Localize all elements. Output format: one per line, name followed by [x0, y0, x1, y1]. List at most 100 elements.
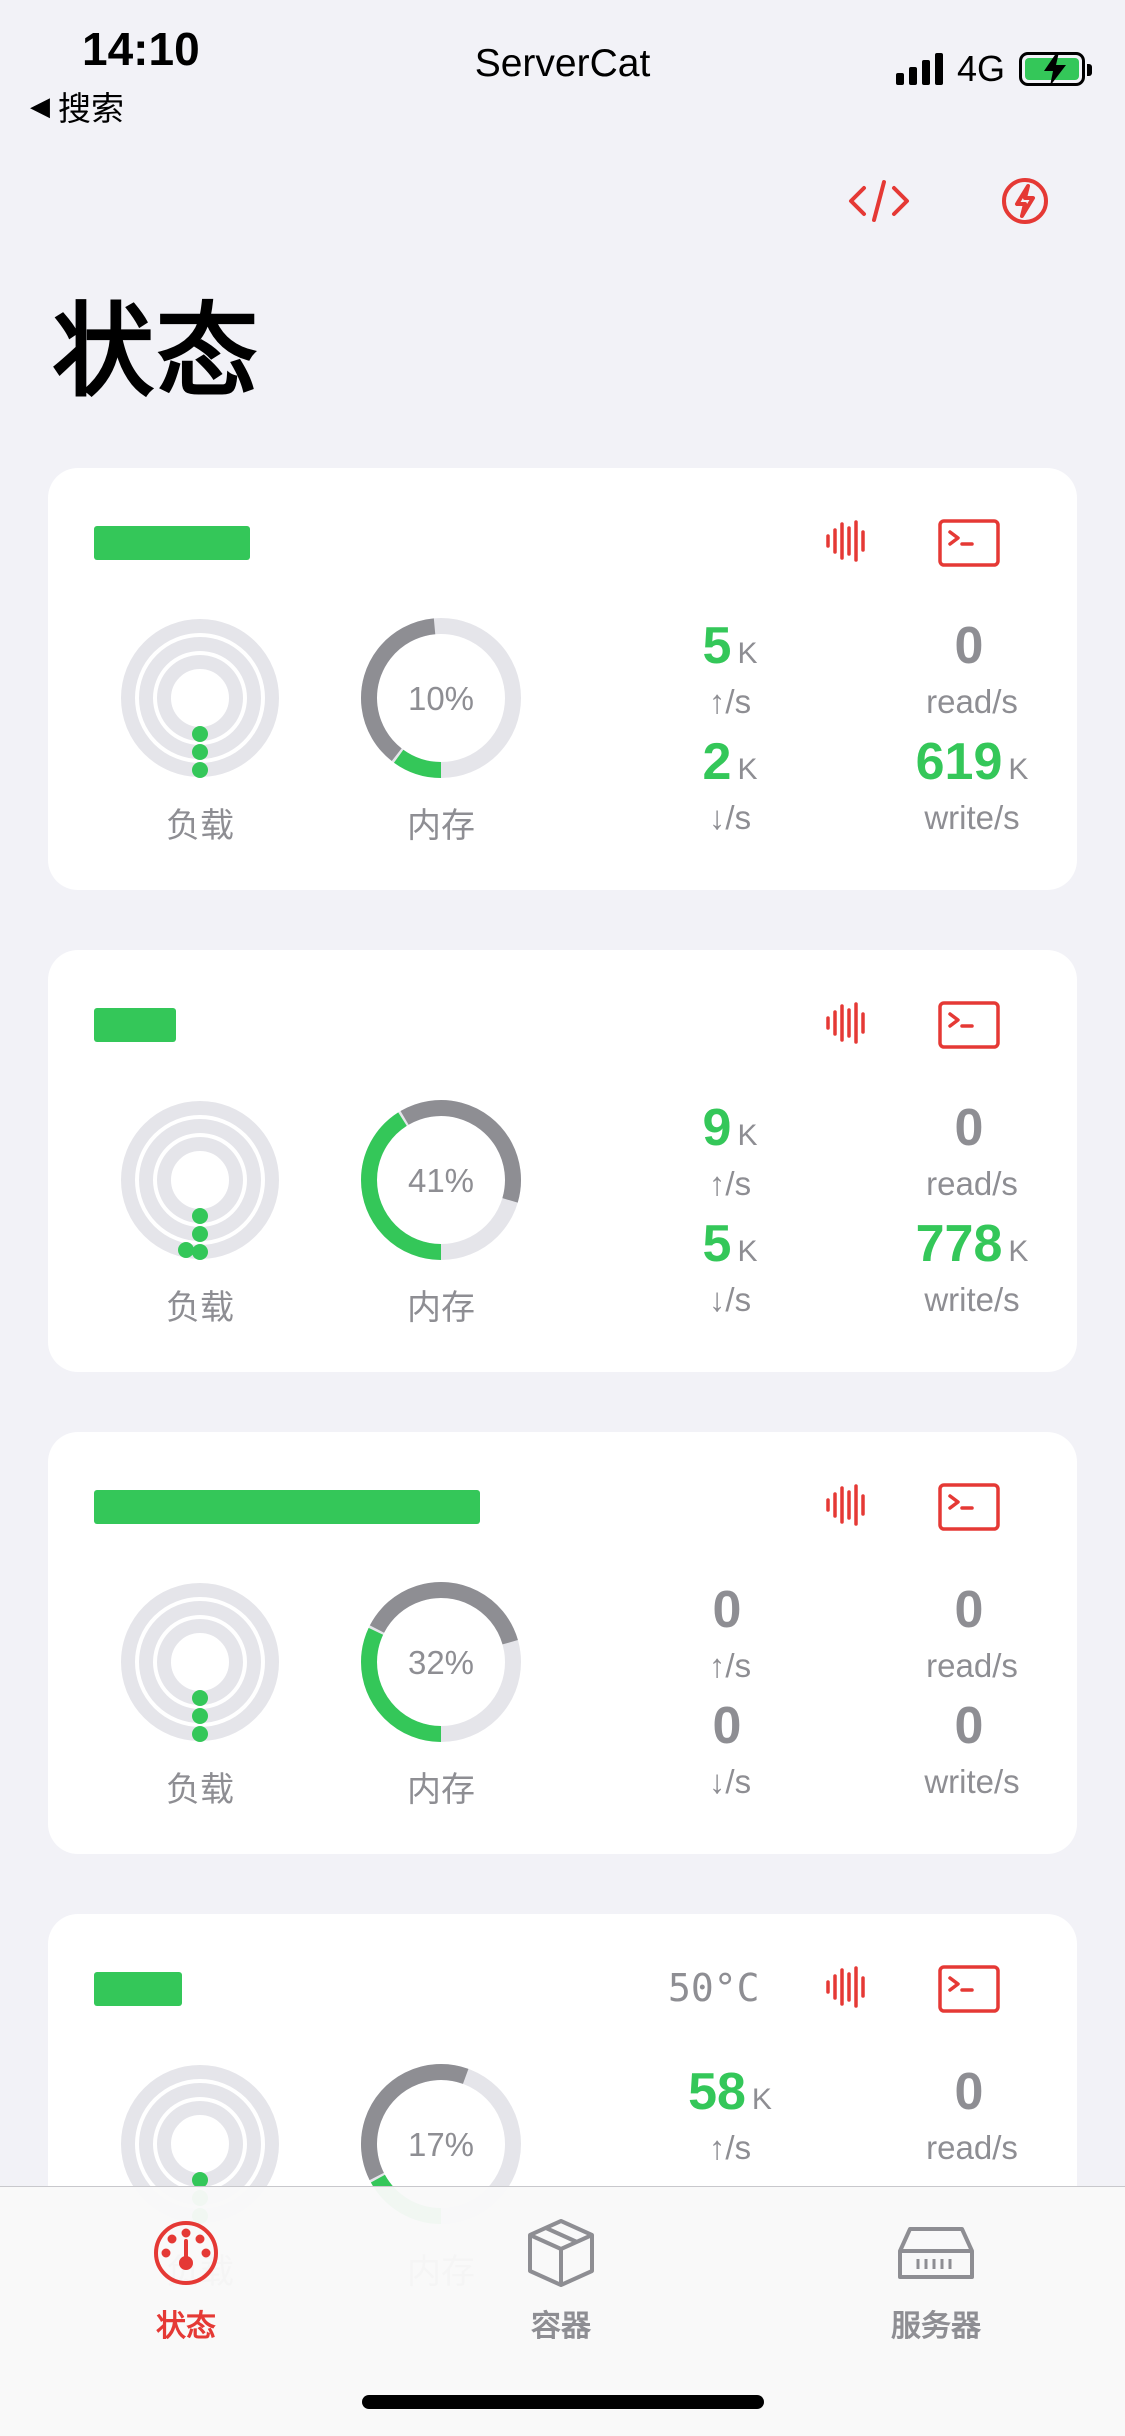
- stat-read-label: read/s: [926, 1647, 1018, 1684]
- home-indicator: [362, 2395, 764, 2409]
- terminal-icon[interactable]: [938, 1482, 1000, 1537]
- back-to-search[interactable]: ◀ 搜索: [30, 82, 124, 130]
- stat-up: 9K ↑/s: [620, 1100, 840, 1204]
- stat-up-value: 5: [702, 617, 732, 675]
- stat-read: 0 read/s: [862, 1100, 1077, 1204]
- stat-write: 619 K write/s: [862, 734, 1077, 838]
- stat-down-label: ↓/s: [708, 1281, 752, 1318]
- stat-down: 2K ↓/s: [620, 734, 840, 838]
- stat-down-value: 0: [712, 1697, 742, 1755]
- box-icon: [461, 2215, 661, 2291]
- load-gauge: [121, 1583, 279, 1742]
- stat-read: 0 read/s: [862, 2064, 1077, 2168]
- server-card[interactable]: 41% 负载 内存 9K ↑/s 5K ↓/s 0 read/s 778 K wr…: [48, 950, 1077, 1372]
- stat-up-label: ↑/s: [708, 683, 752, 720]
- load-dot: [192, 1244, 208, 1260]
- tab-servers[interactable]: 服务器: [836, 2215, 1036, 2345]
- tab-status-label: 状态: [156, 2310, 216, 2343]
- stat-down-label: ↓/s: [708, 1763, 752, 1800]
- stat-read-value: 0: [954, 2063, 984, 2121]
- load-gauge: [121, 619, 279, 778]
- stat-read-value: 0: [954, 617, 984, 675]
- waveform-icon[interactable]: [824, 1964, 870, 2015]
- memory-percent: 32%: [407, 1644, 475, 1681]
- load-dot: [192, 1226, 208, 1242]
- stat-up-unit: K: [737, 1119, 758, 1152]
- memory-label: 内存: [407, 1771, 475, 1809]
- stat-up-label: ↑/s: [708, 1165, 752, 1202]
- load-dot: [192, 762, 208, 778]
- load-label: 负载: [166, 1771, 234, 1809]
- server-icon: [836, 2215, 1036, 2291]
- stat-write-unit: K: [1008, 1235, 1029, 1268]
- stat-up-value: 58: [688, 2063, 746, 2121]
- page-title: 状态: [52, 295, 260, 409]
- load-label: 负载: [166, 807, 234, 845]
- stat-read-label: read/s: [926, 1165, 1018, 1202]
- stat-down-unit: K: [737, 753, 758, 786]
- back-arrow-icon: ◀: [30, 90, 50, 121]
- stat-up: 58 K ↑/s: [620, 2064, 840, 2168]
- load-dot: [192, 1690, 208, 1706]
- stat-down-label: ↓/s: [708, 799, 752, 836]
- stat-down-value: 5: [702, 1215, 732, 1273]
- stat-down: 0 ↓/s: [620, 1698, 840, 1802]
- stat-write-label: write/s: [924, 799, 1020, 836]
- load-ring: [157, 1619, 243, 1705]
- memory-label: 内存: [407, 1289, 475, 1327]
- gauge-icon: [86, 2215, 286, 2291]
- tab-status[interactable]: 状态: [86, 2215, 286, 2345]
- tab-containers-label: 容器: [531, 2310, 591, 2343]
- bolt-icon[interactable]: [987, 168, 1063, 234]
- terminal-icon[interactable]: [938, 1964, 1000, 2019]
- stat-up-unit: K: [751, 2083, 772, 2116]
- stat-write: 778 K write/s: [862, 1216, 1077, 1320]
- load-ring: [157, 2101, 243, 2187]
- load-dot: [192, 726, 208, 742]
- stat-read: 0 read/s: [862, 618, 1077, 722]
- stat-up-unit: K: [737, 637, 758, 670]
- waveform-icon[interactable]: [824, 518, 870, 569]
- memory-percent: 41%: [407, 1162, 475, 1199]
- code-icon[interactable]: [841, 168, 917, 234]
- stat-write-value: 778: [915, 1215, 1003, 1273]
- stat-down-unit: K: [737, 1235, 758, 1268]
- stat-up-value: 9: [702, 1099, 732, 1157]
- stat-up: 0 ↑/s: [620, 1582, 840, 1686]
- server-card[interactable]: 10% 负载 内存 5K ↑/s 2K ↓/s 0 read/s 619 K wr…: [48, 468, 1077, 890]
- load-ring: [157, 1137, 243, 1223]
- status-icons: 4G: [895, 48, 1092, 90]
- waveform-icon[interactable]: [824, 1000, 870, 1051]
- server-name-redacted: [94, 1490, 480, 1524]
- stat-read: 0 read/s: [862, 1582, 1077, 1686]
- stat-down: 5K ↓/s: [620, 1216, 840, 1320]
- cellular-signal-icon: [895, 53, 943, 85]
- status-bar: 14:10 ◀ 搜索 ServerCat 4G: [0, 0, 1125, 130]
- stat-read-label: read/s: [926, 683, 1018, 720]
- stat-write-unit: K: [1008, 753, 1029, 786]
- load-label: 负载: [166, 1289, 234, 1327]
- load-ring: [157, 655, 243, 741]
- stat-write-value: 619: [915, 733, 1003, 791]
- waveform-icon[interactable]: [824, 1482, 870, 1533]
- load-dot: [192, 1726, 208, 1742]
- terminal-icon[interactable]: [938, 1000, 1000, 1055]
- stat-read-value: 0: [954, 1581, 984, 1639]
- stat-write-label: write/s: [924, 1281, 1020, 1318]
- stat-write-value: 0: [954, 1697, 984, 1755]
- memory-percent: 10%: [407, 680, 475, 717]
- stat-down-value: 2: [702, 733, 732, 791]
- load-gauge: [121, 1101, 279, 1260]
- network-type: 4G: [956, 48, 1005, 89]
- stat-up-label: ↑/s: [708, 2129, 752, 2166]
- server-card[interactable]: 32% 负载 内存 0 ↑/s 0 ↓/s 0 read/s 0 write/s: [48, 1432, 1077, 1854]
- server-name-redacted: [94, 1972, 182, 2006]
- stat-write-label: write/s: [924, 1763, 1020, 1800]
- stat-up-label: ↑/s: [708, 1647, 752, 1684]
- memory-percent: 17%: [407, 2126, 475, 2163]
- nav-actions: [841, 168, 1063, 234]
- load-dot: [192, 1208, 208, 1224]
- terminal-icon[interactable]: [938, 518, 1000, 573]
- tab-containers[interactable]: 容器: [461, 2215, 661, 2345]
- stat-up-value: 0: [712, 1581, 742, 1639]
